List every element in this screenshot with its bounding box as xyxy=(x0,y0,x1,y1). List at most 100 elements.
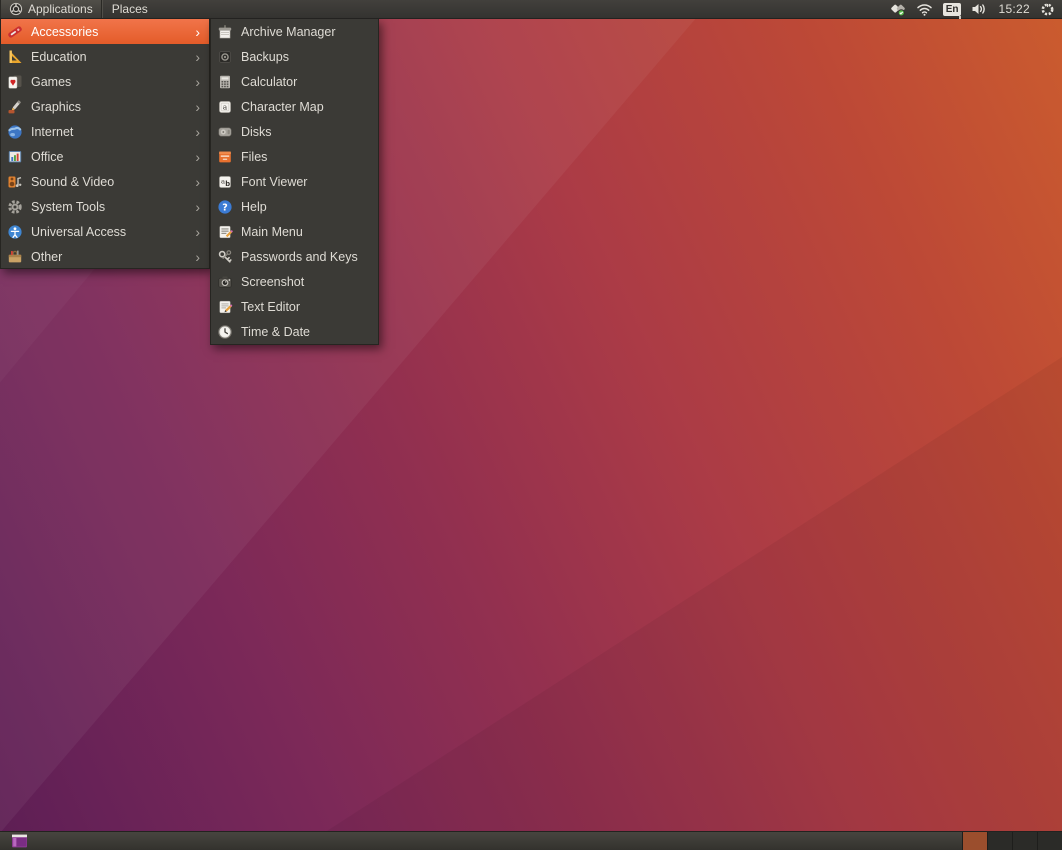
submenu-arrow-icon: › xyxy=(195,73,200,90)
font-viewer-icon: ab xyxy=(217,174,233,190)
category-education[interactable]: Education › xyxy=(1,44,209,69)
menu-item-label: Main Menu xyxy=(241,224,303,239)
svg-text:a: a xyxy=(223,102,228,111)
category-label: Education xyxy=(31,49,87,64)
submenu-arrow-icon: › xyxy=(195,98,200,115)
panel-menus: Applications Places xyxy=(0,0,157,18)
menu-item-label: Backups xyxy=(241,49,289,64)
wifi-icon[interactable] xyxy=(916,3,933,16)
system-tools-icon xyxy=(7,199,23,215)
other-icon xyxy=(7,249,23,265)
category-label: Universal Access xyxy=(31,224,127,239)
workspace-4[interactable] xyxy=(1037,832,1062,850)
menu-item-help[interactable]: ? Help xyxy=(211,194,378,219)
category-office[interactable]: Office › xyxy=(1,144,209,169)
category-sound-video[interactable]: Sound & Video › xyxy=(1,169,209,194)
main-menu-icon xyxy=(217,224,233,240)
ubuntu-logo-icon xyxy=(9,2,23,16)
category-internet[interactable]: Internet › xyxy=(1,119,209,144)
volume-icon[interactable] xyxy=(971,2,988,16)
applications-menu: Accessories › Education › Games › Graphi… xyxy=(0,19,210,269)
workspace-1[interactable] xyxy=(962,832,987,850)
menu-item-label: Disks xyxy=(241,124,272,139)
category-label: Internet xyxy=(31,124,74,139)
menu-item-label: Font Viewer xyxy=(241,174,308,189)
menu-item-passwords-and-keys[interactable]: Passwords and Keys xyxy=(211,244,378,269)
menu-item-screenshot[interactable]: Screenshot xyxy=(211,269,378,294)
places-menu-button[interactable]: Places xyxy=(103,0,157,18)
clock[interactable]: 15:22 xyxy=(998,2,1030,16)
category-accessories[interactable]: Accessories › xyxy=(1,19,209,44)
games-icon xyxy=(7,74,23,90)
category-system-tools[interactable]: System Tools › xyxy=(1,194,209,219)
category-label: Graphics xyxy=(31,99,82,114)
submenu-arrow-icon: › xyxy=(195,223,200,240)
menu-item-disks[interactable]: Disks xyxy=(211,119,378,144)
education-icon xyxy=(7,49,23,65)
sound-video-icon xyxy=(7,174,23,190)
submenu-arrow-icon: › xyxy=(195,23,200,40)
session-gear-icon[interactable] xyxy=(1040,2,1055,17)
menu-item-label: Character Map xyxy=(241,99,324,114)
keyboard-layout-indicator[interactable]: En xyxy=(942,2,962,19)
top-panel: Applications Places En 15:22 xyxy=(0,0,1062,19)
archive-manager-icon xyxy=(217,24,233,40)
show-desktop-button[interactable] xyxy=(11,833,28,849)
accessories-submenu: Archive Manager Backups Calculator a Cha… xyxy=(210,19,379,345)
internet-icon xyxy=(7,124,23,140)
workspace-switcher xyxy=(962,832,1062,850)
category-universal-access[interactable]: Universal Access › xyxy=(1,219,209,244)
category-graphics[interactable]: Graphics › xyxy=(1,94,209,119)
menu-item-font-viewer[interactable]: ab Font Viewer xyxy=(211,169,378,194)
time-date-icon xyxy=(217,324,233,340)
category-label: Accessories xyxy=(31,24,99,39)
submenu-arrow-icon: › xyxy=(195,248,200,265)
calculator-icon xyxy=(217,74,233,90)
category-label: Other xyxy=(31,249,63,264)
files-icon xyxy=(217,149,233,165)
accessories-icon xyxy=(7,24,23,40)
category-label: Games xyxy=(31,74,72,89)
applications-menu-button[interactable]: Applications xyxy=(0,0,102,18)
workspace-3[interactable] xyxy=(1012,832,1037,850)
menu-item-character-map[interactable]: a Character Map xyxy=(211,94,378,119)
menu-item-label: Files xyxy=(241,149,268,164)
category-games[interactable]: Games › xyxy=(1,69,209,94)
menu-item-time-and-date[interactable]: Time & Date xyxy=(211,319,378,344)
text-editor-icon xyxy=(217,299,233,315)
submenu-arrow-icon: › xyxy=(195,123,200,140)
menu-item-label: Text Editor xyxy=(241,299,301,314)
workspace-2[interactable] xyxy=(987,832,1012,850)
submenu-arrow-icon: › xyxy=(195,173,200,190)
software-updates-icon[interactable] xyxy=(890,2,906,17)
help-icon: ? xyxy=(217,199,233,215)
places-menu-label: Places xyxy=(111,2,148,16)
menu-item-label: Calculator xyxy=(241,74,298,89)
menu-item-label: Help xyxy=(241,199,267,214)
backups-icon xyxy=(217,49,233,65)
disks-icon xyxy=(217,124,233,140)
universal-access-icon xyxy=(7,224,23,240)
menu-item-main-menu[interactable]: Main Menu xyxy=(211,219,378,244)
menu-item-label: Passwords and Keys xyxy=(241,249,358,264)
svg-text:b: b xyxy=(225,180,230,188)
submenu-arrow-icon: › xyxy=(195,148,200,165)
category-label: System Tools xyxy=(31,199,106,214)
menu-item-label: Time & Date xyxy=(241,324,311,339)
applications-menu-label: Applications xyxy=(28,2,93,16)
menu-item-text-editor[interactable]: Text Editor xyxy=(211,294,378,319)
office-icon xyxy=(7,149,23,165)
character-map-icon: a xyxy=(217,99,233,115)
menu-item-label: Screenshot xyxy=(241,274,305,289)
bottom-panel xyxy=(0,831,1062,850)
menu-item-archive-manager[interactable]: Archive Manager xyxy=(211,19,378,44)
menu-item-calculator[interactable]: Calculator xyxy=(211,69,378,94)
screenshot-icon xyxy=(217,274,233,290)
category-other[interactable]: Other › xyxy=(1,244,209,269)
svg-text:?: ? xyxy=(222,202,228,213)
menu-item-files[interactable]: Files xyxy=(211,144,378,169)
submenu-arrow-icon: › xyxy=(195,48,200,65)
menu-item-backups[interactable]: Backups xyxy=(211,44,378,69)
menu-item-label: Archive Manager xyxy=(241,24,336,39)
category-label: Sound & Video xyxy=(31,174,115,189)
